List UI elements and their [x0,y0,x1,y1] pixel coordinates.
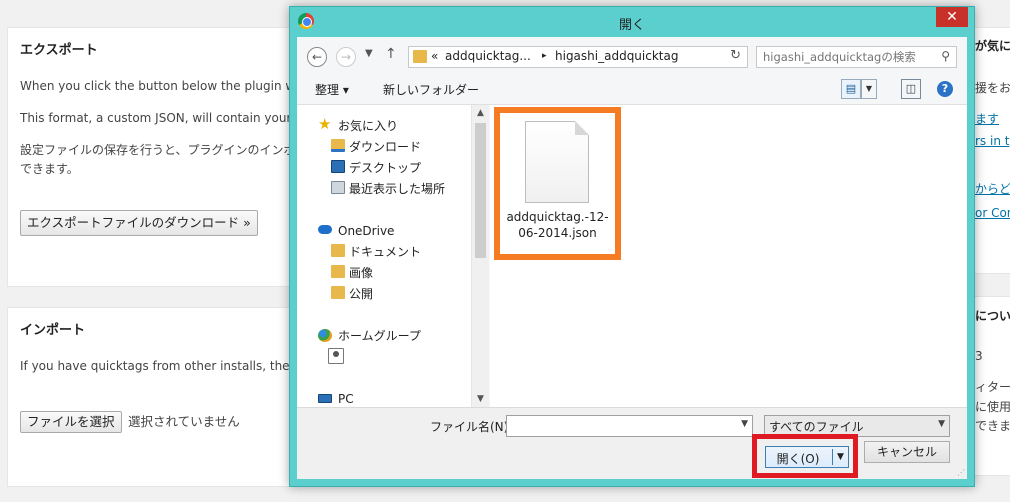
nav-onedrive[interactable]: OneDrive [338,223,394,239]
homegroup-icon [318,329,332,342]
open-button-highlight: 開く(O) ▼ [752,434,858,478]
scroll-down-icon[interactable]: ▼ [472,391,489,407]
nav-pc[interactable]: PC [338,391,354,407]
address-row: ← → ▼ ↑ « addquicktag... ▸ higashi_addqu… [297,37,967,73]
refresh-icon[interactable]: ↻ [730,48,741,63]
breadcrumb-current[interactable]: higashi_addquicktag [555,49,678,63]
nav-scrollbar[interactable]: ▲ ▼ [471,105,489,407]
breadcrumb-separator[interactable]: ▸ [542,51,547,61]
nav-pictures[interactable]: 画像 [349,265,373,281]
right-fragment: 援をお [975,81,1010,95]
search-box[interactable]: ⚲ [756,46,957,68]
import-desc: If you have quicktags from other install… [20,359,290,373]
right-fragment: ィター [975,380,1010,394]
user-icon[interactable] [328,348,344,364]
organize-menu[interactable]: 整理 ▾ [315,81,349,98]
nav-documents[interactable]: ドキュメント [349,244,421,260]
dialog-body: ← → ▼ ↑ « addquicktag... ▸ higashi_addqu… [297,37,967,479]
breadcrumb-prefix[interactable]: « [431,49,438,63]
file-name: addquicktag.-12-06-2014.json [506,210,609,240]
export-download-button[interactable]: エクスポートファイルのダウンロード » [20,210,258,236]
document-icon [525,121,589,203]
right-link[interactable]: ます [975,110,999,127]
filename-field[interactable]: ▼ [506,415,753,437]
close-button[interactable]: ✕ [936,7,968,27]
right-link[interactable]: rs in t [975,134,1009,148]
search-input[interactable] [763,49,923,65]
nav-desktop[interactable]: デスクトップ [349,160,421,176]
preview-pane-icon[interactable]: ◫ [901,79,921,99]
folder-icon [413,50,427,63]
recent-locations-chevron-icon[interactable]: ▼ [365,48,373,59]
export-desc-1: When you click the button below the plug… [20,79,296,93]
right-link[interactable]: or Con [975,206,1010,220]
file-item[interactable]: addquicktag.-12-06-2014.json [494,107,621,260]
breadcrumb-parent[interactable]: addquicktag... [445,49,531,63]
nav-favorites[interactable]: お気に入り [338,118,398,134]
right-link[interactable]: からどれ [975,180,1010,197]
open-button-separator [832,449,833,465]
help-icon[interactable]: ? [937,81,953,97]
downloads-folder-icon [331,139,345,152]
resize-grip-icon[interactable]: ⋰ [957,468,965,477]
open-file-dialog: 開く ✕ ← → ▼ ↑ « addquicktag... ▸ higashi_… [289,6,975,487]
folder-icon [331,265,345,278]
dialog-title: 開く [618,18,645,33]
desktop-icon [331,160,345,173]
folder-icon [331,286,345,299]
view-mode-icon[interactable]: ▤ [841,79,861,99]
file-type-value: すべてのファイル [769,420,864,434]
forward-arrow-icon[interactable]: → [336,47,356,67]
cancel-button[interactable]: キャンセル [864,441,950,463]
export-desc-4: できます。 [20,162,79,176]
scroll-up-icon[interactable]: ▲ [472,105,489,121]
star-icon: ★ [318,115,332,133]
view-options-chevron-icon[interactable]: ▼ [861,79,877,99]
choose-file-button[interactable]: ファイルを選択 [20,411,122,433]
open-button-label: 開く(O) [776,452,820,466]
open-button[interactable]: 開く(O) ▼ [765,446,849,468]
pc-icon [318,394,332,403]
nav-downloads[interactable]: ダウンロード [349,139,421,155]
no-file-label: 選択されていません [128,414,240,429]
export-desc-2: This format, a custom JSON, will contain… [20,111,292,125]
nav-public[interactable]: 公開 [349,286,373,302]
export-desc-3: 設定ファイルの保存を行うと、プラグインのインポー [20,143,308,157]
chevron-down-icon[interactable]: ▼ [741,419,748,429]
file-list: addquicktag.-12-06-2014.json [490,105,967,407]
filename-label: ファイル名(N): [430,420,513,434]
nav-homegroup[interactable]: ホームグループ [338,328,421,344]
address-bar[interactable]: « addquicktag... ▸ higashi_addquicktag ↻ [408,46,748,68]
navigation-pane: ★ お気に入り ダウンロード デスクトップ 最近表示した場所 OneDrive … [297,105,489,407]
toolbar: 整理 ▾ 新しいフォルダー ▤ ▼ ◫ ? [297,73,967,105]
import-panel: インポート If you have quicktags from other i… [7,307,307,487]
back-arrow-icon[interactable]: ← [307,47,327,67]
scroll-thumb[interactable] [475,123,486,258]
onedrive-icon [318,225,332,234]
recent-places-icon [331,181,345,194]
right-fragment: につい [975,309,1010,323]
folder-icon [331,244,345,257]
bottom-controls: ファイル名(N): ▼ すべてのファイル ▼ 開く(O) ▼ キャンセル ⋰ [297,407,967,479]
open-options-chevron-icon[interactable]: ▼ [837,452,844,462]
new-folder-button[interactable]: 新しいフォルダー [383,81,479,98]
export-panel: エクスポート When you click the button below t… [7,27,308,287]
right-fragment: が気に [975,39,1010,53]
nav-recent[interactable]: 最近表示した場所 [349,181,445,197]
search-icon[interactable]: ⚲ [941,49,950,63]
export-title: エクスポート [20,43,98,58]
right-fragment: 3 [975,349,983,363]
import-title: インポート [20,323,86,338]
up-arrow-icon[interactable]: ↑ [385,46,397,62]
right-fragment: できます [975,419,1010,433]
right-fragment: に使用 [975,400,1010,414]
chevron-down-icon[interactable]: ▼ [938,419,945,429]
filename-input[interactable] [511,418,731,434]
